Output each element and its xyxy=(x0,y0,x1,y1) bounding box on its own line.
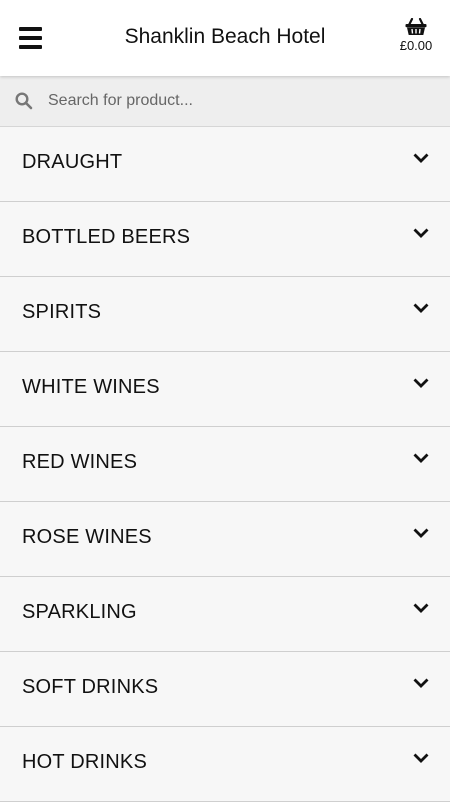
app-header: Shanklin Beach Hotel £0.00 xyxy=(0,0,450,76)
category-label: ROSE WINES xyxy=(22,526,152,548)
category-label: WHITE WINES xyxy=(22,376,160,398)
category-label: DRAUGHT xyxy=(22,151,123,173)
search-icon xyxy=(15,92,33,110)
page-title: Shanklin Beach Hotel xyxy=(124,25,326,48)
chevron-down-icon xyxy=(413,453,429,463)
category-rose-wines[interactable]: ROSE WINES xyxy=(0,502,450,577)
category-bottled-beers[interactable]: BOTTLED BEERS xyxy=(0,202,450,277)
category-draught[interactable]: DRAUGHT xyxy=(0,127,450,202)
category-hot-drinks[interactable]: HOT DRINKS xyxy=(0,727,450,802)
chevron-down-icon xyxy=(413,228,429,238)
category-label: RED WINES xyxy=(22,451,138,473)
search-input[interactable] xyxy=(48,88,428,114)
category-label: SPARKLING xyxy=(22,601,137,623)
category-label: HOT DRINKS xyxy=(22,751,147,773)
chevron-down-icon xyxy=(413,153,429,163)
chevron-down-icon xyxy=(413,303,429,313)
basket-total: £0.00 xyxy=(399,38,433,53)
category-spirits[interactable]: SPIRITS xyxy=(0,277,450,352)
category-white-wines[interactable]: WHITE WINES xyxy=(0,352,450,427)
category-label: BOTTLED BEERS xyxy=(22,226,191,248)
category-sparkling[interactable]: SPARKLING xyxy=(0,577,450,652)
shopping-basket-icon xyxy=(405,18,427,35)
category-label: SPIRITS xyxy=(22,301,102,323)
chevron-down-icon xyxy=(413,753,429,763)
basket-button[interactable]: £0.00 xyxy=(396,18,436,62)
search-bar xyxy=(0,76,450,127)
category-label: SOFT DRINKS xyxy=(22,676,159,698)
chevron-down-icon xyxy=(413,678,429,688)
category-soft-drinks[interactable]: SOFT DRINKS xyxy=(0,652,450,727)
category-list: DRAUGHT BOTTLED BEERS SPIRITS WHITE WINE… xyxy=(0,127,450,802)
chevron-down-icon xyxy=(413,603,429,613)
chevron-down-icon xyxy=(413,528,429,538)
chevron-down-icon xyxy=(413,378,429,388)
category-red-wines[interactable]: RED WINES xyxy=(0,427,450,502)
